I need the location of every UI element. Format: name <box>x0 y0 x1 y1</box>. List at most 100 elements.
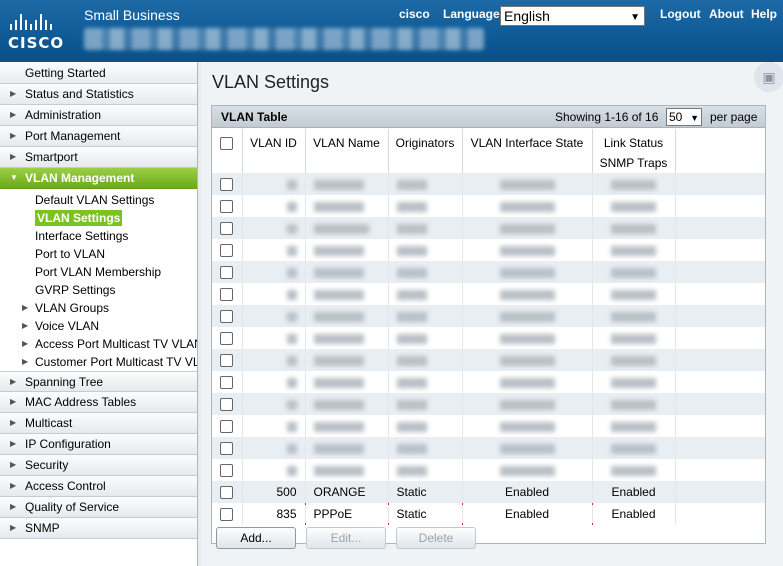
table-row[interactable] <box>212 261 765 283</box>
filler-cell <box>675 459 765 481</box>
row-checkbox[interactable] <box>220 266 234 280</box>
row-checkbox[interactable] <box>220 200 234 214</box>
subnav-voice-vlan[interactable]: ▶ Voice VLAN <box>0 317 197 335</box>
nav-status-and-statistics[interactable]: ▶ Status and Statistics <box>0 84 197 105</box>
nav-label: Spanning Tree <box>25 375 104 389</box>
nav-label: Port Management <box>25 129 121 143</box>
subnav-port-vlan-membership[interactable]: Port VLAN Membership <box>0 263 197 281</box>
col-header-vlan-name[interactable]: VLAN Name <box>305 129 389 173</box>
nav-port-management[interactable]: ▶ Port Management <box>0 126 197 147</box>
col-header-vlan-interface-state[interactable]: VLAN Interface State <box>462 129 593 173</box>
redacted-value <box>286 311 297 322</box>
vlan-id-cell <box>242 305 306 327</box>
nav-ip-configuration[interactable]: ▶ IP Configuration <box>0 434 197 455</box>
row-checkbox[interactable] <box>220 486 234 500</box>
redacted-value <box>499 355 555 366</box>
language-select[interactable]: English ▼ <box>500 6 645 26</box>
table-row[interactable] <box>212 393 765 415</box>
nav-snmp[interactable]: ▶ SNMP <box>0 518 197 539</box>
table-row[interactable] <box>212 415 765 437</box>
row-checkbox[interactable] <box>220 398 234 412</box>
help-link[interactable]: Help <box>751 7 777 21</box>
delete-button[interactable]: Delete <box>396 527 476 549</box>
subnav-label: Port VLAN Membership <box>35 265 162 279</box>
table-row[interactable]: 500 ORANGE Static Enabled Enabled <box>212 481 765 503</box>
table-row[interactable] <box>212 327 765 349</box>
nav-access-control[interactable]: ▶ Access Control <box>0 476 197 497</box>
nav-getting-started[interactable]: Getting Started <box>0 62 197 84</box>
snmp-traps-cell <box>592 327 676 349</box>
redacted-value <box>286 267 297 278</box>
nav-multicast[interactable]: ▶ Multicast <box>0 413 197 434</box>
snmp-traps-cell <box>592 261 676 283</box>
screenshot-capture-icon[interactable]: ▣ <box>754 62 783 92</box>
row-checkbox[interactable] <box>220 244 234 258</box>
table-row[interactable] <box>212 305 765 327</box>
row-checkbox[interactable] <box>220 288 234 302</box>
subnav-port-to-vlan[interactable]: Port to VLAN <box>0 245 197 263</box>
nav-security[interactable]: ▶ Security <box>0 455 197 476</box>
table-row[interactable] <box>212 239 765 261</box>
col-header-link-status-snmp-traps[interactable]: Link Status SNMP Traps <box>592 129 676 173</box>
filler-cell <box>675 437 765 459</box>
row-checkbox[interactable] <box>220 376 234 390</box>
nav-label: SNMP <box>25 521 60 535</box>
col-header-originators[interactable]: Originators <box>388 129 463 173</box>
row-checkbox[interactable] <box>220 178 234 192</box>
col-header-vlan-id[interactable]: VLAN ID <box>242 129 306 173</box>
interface-state-cell <box>462 217 593 239</box>
filler-cell <box>675 217 765 239</box>
filler-cell <box>675 371 765 393</box>
vlan-name-cell <box>305 437 389 459</box>
table-row[interactable] <box>212 349 765 371</box>
originators-cell <box>388 437 463 459</box>
table-row[interactable] <box>212 173 765 195</box>
subnav-vlan-settings[interactable]: VLAN Settings <box>0 209 197 227</box>
edit-button[interactable]: Edit... <box>306 527 386 549</box>
nav-mac-address-tables[interactable]: ▶ MAC Address Tables <box>0 392 197 413</box>
table-row[interactable] <box>212 217 765 239</box>
nav-administration[interactable]: ▶ Administration <box>0 105 197 126</box>
row-select-cell <box>212 305 243 327</box>
interface-state-cell <box>462 371 593 393</box>
snmp-traps-cell <box>592 371 676 393</box>
row-checkbox[interactable] <box>220 332 234 346</box>
row-checkbox[interactable] <box>220 420 234 434</box>
table-row[interactable] <box>212 437 765 459</box>
row-checkbox[interactable] <box>220 354 234 368</box>
redacted-value <box>286 333 297 344</box>
nav-smartport[interactable]: ▶ Smartport <box>0 147 197 168</box>
select-all-checkbox[interactable] <box>220 137 234 151</box>
nav-vlan-management[interactable]: ▼ VLAN Management <box>0 168 197 189</box>
vlan-table: VLAN ID VLAN Name Originators VLAN Inter… <box>212 129 765 525</box>
subnav-gvrp-settings[interactable]: GVRP Settings <box>0 281 197 299</box>
nav-label: VLAN Management <box>25 171 135 185</box>
nav-quality-of-service[interactable]: ▶ Quality of Service <box>0 497 197 518</box>
about-link[interactable]: About <box>709 7 744 21</box>
redacted-value <box>286 289 297 300</box>
per-page-select[interactable]: 50 ▼ <box>666 108 702 126</box>
subnav-interface-settings[interactable]: Interface Settings <box>0 227 197 245</box>
row-checkbox[interactable] <box>220 442 234 456</box>
row-checkbox[interactable] <box>220 508 234 522</box>
subnav-vlan-groups[interactable]: ▶ VLAN Groups <box>0 299 197 317</box>
add-button[interactable]: Add... <box>216 527 296 549</box>
table-row[interactable] <box>212 371 765 393</box>
row-checkbox[interactable] <box>220 310 234 324</box>
subnav-access-port-multicast-tv-vlan[interactable]: ▶ Access Port Multicast TV VLAN <box>0 335 197 353</box>
table-row-highlighted[interactable]: 835 PPPoE Static Enabled Enabled <box>212 503 765 525</box>
row-checkbox[interactable] <box>220 464 234 478</box>
table-row[interactable] <box>212 459 765 481</box>
logout-link[interactable]: Logout <box>660 7 701 21</box>
row-checkbox[interactable] <box>220 222 234 236</box>
vlan-table-panel: VLAN Table Showing 1-16 of 16 50 ▼ per p… <box>211 105 766 544</box>
vlan-name-cell <box>305 393 389 415</box>
subnav-customer-port-multicast-tv-vlan[interactable]: ▶ Customer Port Multicast TV VLAN <box>0 353 197 371</box>
nav-spanning-tree[interactable]: ▶ Spanning Tree <box>0 371 197 392</box>
table-row[interactable] <box>212 283 765 305</box>
table-row[interactable] <box>212 195 765 217</box>
redacted-value <box>611 179 656 190</box>
vlan-id-cell <box>242 349 306 371</box>
originators-cell <box>388 261 463 283</box>
subnav-default-vlan-settings[interactable]: Default VLAN Settings <box>0 191 197 209</box>
